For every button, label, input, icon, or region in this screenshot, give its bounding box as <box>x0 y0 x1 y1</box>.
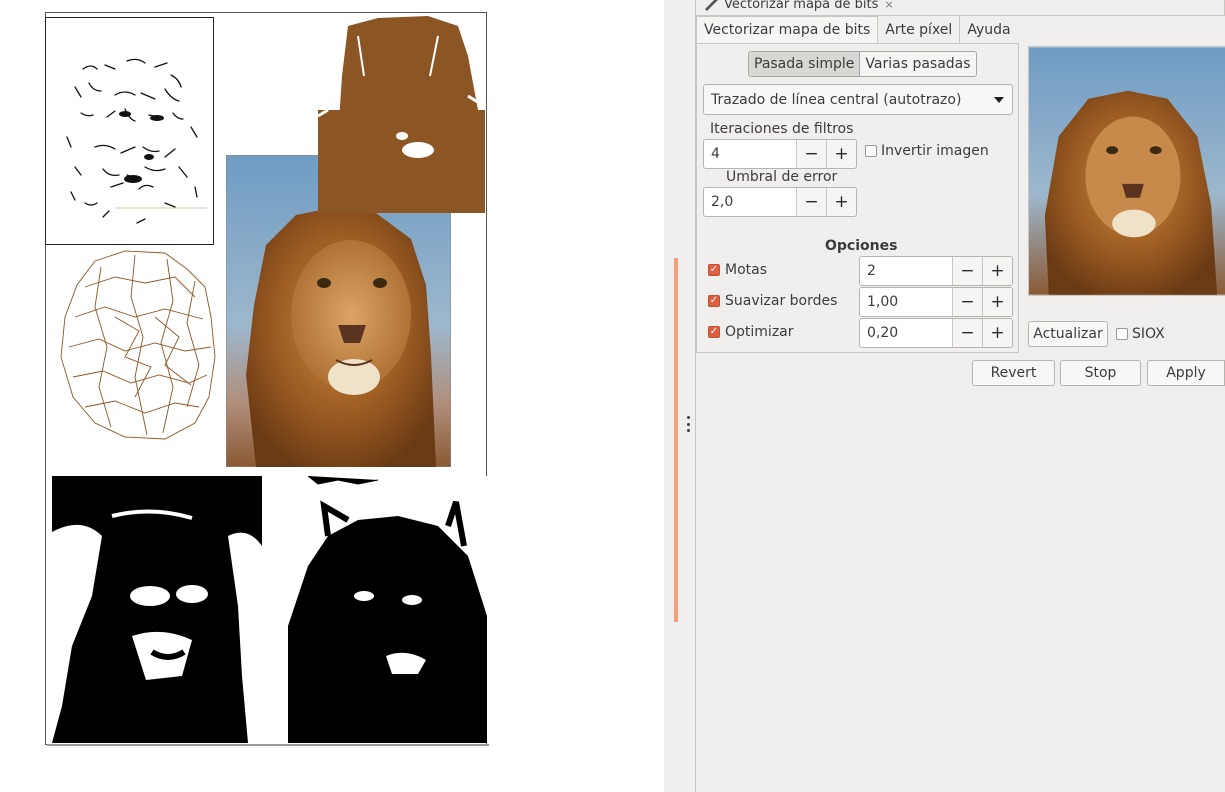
minus-icon[interactable]: − <box>796 188 826 216</box>
canvas-area[interactable] <box>0 0 664 792</box>
optimize-input[interactable]: 0,20 <box>860 319 952 347</box>
brush-icon <box>705 0 718 11</box>
page-shadow <box>47 744 489 746</box>
outline-trace-image[interactable] <box>55 247 225 444</box>
tab-trace-bitmap[interactable]: Vectorizar mapa de bits <box>696 16 879 43</box>
tab-pixel-art[interactable]: Arte píxel <box>878 16 961 43</box>
speckles-checkbox[interactable]: ✓ <box>708 264 720 276</box>
error-threshold-label: Umbral de error <box>726 169 838 185</box>
dock-resize-handle[interactable] <box>686 416 690 432</box>
smooth-corners-spinner: 1,00 − + <box>859 287 1013 317</box>
error-threshold-input[interactable]: 2,0 <box>704 188 796 216</box>
plus-icon[interactable]: + <box>826 188 856 216</box>
tab-help[interactable]: Ayuda <box>960 16 1017 43</box>
error-threshold-spinner: 2,0 − + <box>703 187 857 217</box>
revert-button[interactable]: Revert <box>972 360 1055 386</box>
optimize-label[interactable]: Optimizar <box>725 324 794 340</box>
brightness-cut-bw-image-2[interactable] <box>288 476 487 743</box>
minus-icon[interactable]: − <box>952 288 982 316</box>
dock-tabs: Vectorizar mapa de bits Arte píxel Ayuda <box>696 16 1018 43</box>
plus-icon[interactable]: + <box>982 319 1012 347</box>
invert-image-checkbox[interactable] <box>865 145 877 157</box>
centerline-trace-image[interactable] <box>45 17 215 247</box>
trace-preview-image <box>1028 46 1225 296</box>
trace-mode-select[interactable]: Trazado de línea central (autotrazo) <box>703 84 1013 115</box>
dock-title-tab[interactable]: Vectorizar mapa de bits × <box>695 0 1225 16</box>
options-heading: Opciones <box>825 238 898 254</box>
invert-image-label[interactable]: Invertir imagen <box>881 143 989 159</box>
dock-title-label: Vectorizar mapa de bits <box>724 0 879 12</box>
scan-mode-toggle: Pasada simple Varias pasadas <box>748 51 977 77</box>
speckles-label[interactable]: Motas <box>725 262 767 278</box>
brightness-cut-brown-image[interactable] <box>318 16 485 213</box>
filter-iterations-spinner: 4 − + <box>703 139 857 169</box>
close-icon[interactable]: × <box>884 0 893 11</box>
minus-icon[interactable]: − <box>952 257 982 285</box>
speckles-input[interactable]: 2 <box>860 257 952 285</box>
plus-icon[interactable]: + <box>826 140 856 168</box>
dock-drag-stripe[interactable] <box>674 258 678 622</box>
filter-iterations-label: Iteraciones de filtros <box>710 121 854 137</box>
optimize-spinner: 0,20 − + <box>859 318 1013 348</box>
siox-label[interactable]: SIOX <box>1132 326 1165 342</box>
smooth-corners-checkbox[interactable]: ✓ <box>708 295 720 307</box>
smooth-corners-input[interactable]: 1,00 <box>860 288 952 316</box>
minus-icon[interactable]: − <box>952 319 982 347</box>
plus-icon[interactable]: + <box>982 288 1012 316</box>
single-scan-toggle[interactable]: Pasada simple <box>749 52 861 76</box>
smooth-corners-label[interactable]: Suavizar bordes <box>725 293 837 309</box>
update-preview-button[interactable]: Actualizar <box>1028 321 1108 347</box>
plus-icon[interactable]: + <box>982 257 1012 285</box>
speckles-spinner: 2 − + <box>859 256 1013 286</box>
filter-iterations-input[interactable]: 4 <box>704 140 796 168</box>
multiple-scans-toggle[interactable]: Varias pasadas <box>860 52 976 76</box>
siox-checkbox[interactable] <box>1116 328 1128 340</box>
chevron-down-icon <box>994 97 1004 103</box>
optimize-checkbox[interactable]: ✓ <box>708 326 720 338</box>
stop-button[interactable]: Stop <box>1060 360 1141 386</box>
minus-icon[interactable]: − <box>796 140 826 168</box>
apply-button[interactable]: Apply <box>1147 360 1225 386</box>
brightness-cut-bw-image-1[interactable] <box>52 476 262 743</box>
trace-mode-value: Trazado de línea central (autotrazo) <box>711 91 962 108</box>
